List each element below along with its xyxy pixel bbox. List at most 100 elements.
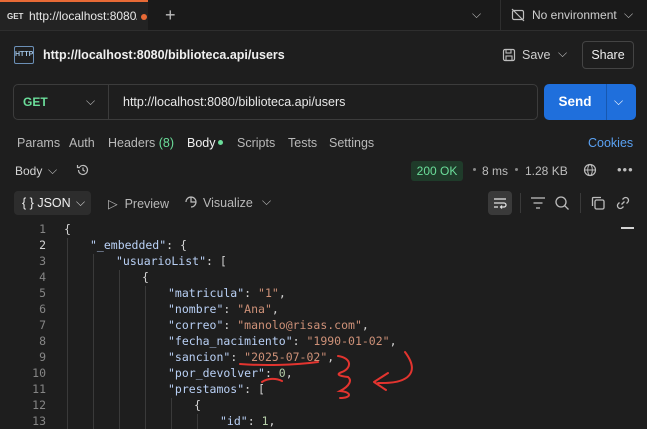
status-badge[interactable]: 200 OK [411,161,463,181]
line-number: 2 [39,238,46,252]
code-line: "usuarioList": [ [116,254,227,268]
save-icon [502,48,516,62]
response-body-viewer[interactable]: 1 2 3 4 5 6 7 8 9 10 11 12 13 { "_embedd… [0,220,647,429]
method-select[interactable]: GET ⌵ [13,84,109,120]
method-chevron-down-icon: ⌵ [86,94,96,108]
more-options-icon[interactable]: ••• [617,162,634,177]
json-key: "sancion" [168,350,231,364]
json-key: "_embedded" [90,238,167,252]
line-number: 6 [39,302,46,316]
tabs-chevron-down-icon[interactable]: ⌵ [472,7,481,22]
code-line: "id": 1, [220,414,276,428]
line-number: 1 [39,222,46,236]
json-value: "Ana" [237,302,272,316]
indent-guide [197,414,198,429]
search-icon[interactable] [552,193,572,213]
separator-dot [473,168,476,171]
save-chevron-down-icon[interactable]: ⌵ [558,46,567,61]
json-key: "id" [220,414,248,428]
json-value: 1 [261,414,269,428]
filter-icon[interactable] [528,193,548,213]
code-line: "_embedded": { [90,238,187,252]
response-time[interactable]: 8 ms [482,164,508,178]
code-line: { [142,270,149,284]
tab-headers[interactable]: Headers (8) [108,136,174,150]
headers-count-badge: (8) [158,136,175,150]
scrollbar[interactable] [621,227,634,229]
json-value: "1" [258,286,279,300]
line-number: 5 [39,286,46,300]
json-key: "matricula" [168,286,245,300]
visualize-button[interactable]: Visualize [203,196,253,210]
indent-guide [171,398,172,429]
code-line: { [64,222,71,236]
visualize-chevron-down-icon[interactable]: ⌵ [262,194,271,209]
divider [606,84,607,120]
send-options-chevron-down-icon[interactable]: ⌵ [614,94,623,109]
indent-guide [93,254,94,429]
tab-scripts[interactable]: Scripts [237,136,275,150]
response-size[interactable]: 1.28 KB [525,164,568,178]
divider [500,0,501,30]
line-number: 11 [32,382,46,396]
save-button[interactable]: Save [522,48,551,62]
code-line: "matricula": "1", [168,286,286,300]
json-value: "2025-07-02" [244,350,328,364]
globe-icon[interactable] [583,163,597,177]
code-line: "fecha_nacimiento": "1990-01-02", [168,334,397,348]
indent-guide [119,270,120,429]
tab-headers-label: Headers [108,136,156,150]
tab-settings[interactable]: Settings [329,136,374,150]
code-line: "por_devolver": 0, [168,366,293,380]
line-number: 7 [39,318,46,332]
json-key: "por_devolver" [168,366,265,380]
method-value: GET [23,95,48,109]
new-tab-plus-icon[interactable]: + [165,5,181,25]
json-key: "prestamos" [168,382,245,396]
line-number: 3 [39,254,46,268]
json-value: "manolo@risas.com" [237,318,362,332]
response-chevron-down-icon[interactable]: ⌵ [48,163,57,178]
divider [580,193,581,213]
environment-selector[interactable]: No environment [532,8,617,22]
request-tab[interactable]: GET http://localhost:8080/bi [0,0,148,30]
json-value: "1990-01-02" [306,334,390,348]
format-json-dropdown[interactable]: { } JSON ⌵ [14,191,91,215]
code-line: "nombre": "Ana", [168,302,279,316]
json-key: "correo" [168,318,224,332]
tab-tests[interactable]: Tests [288,136,317,150]
json-value: 0 [278,366,286,380]
line-number: 9 [39,350,46,364]
cookies-link[interactable]: Cookies [588,136,633,150]
link-icon[interactable] [613,193,633,213]
line-number: 8 [39,334,46,348]
code-line: "prestamos": [ [168,382,265,396]
url-input[interactable]: http://localhost:8080/biblioteca.api/use… [123,95,345,109]
separator-dot [515,168,518,171]
divider [520,193,521,213]
share-button[interactable]: Share [582,41,634,69]
json-key: "usuarioList" [116,254,207,268]
wrap-lines-icon [494,198,507,209]
line-number: 4 [39,270,46,284]
tab-auth[interactable]: Auth [69,136,95,150]
environment-chevron-down-icon[interactable]: ⌵ [624,7,633,22]
braces-icon: { } [22,196,34,210]
format-name: JSON [37,196,71,210]
tab-body[interactable]: Body [187,136,216,150]
no-environment-icon [511,8,525,22]
unsaved-dot-icon [141,14,147,20]
copy-icon[interactable] [588,193,608,213]
send-button[interactable]: Send [544,84,606,120]
request-name[interactable]: http://localhost:8080/biblioteca.api/use… [43,48,285,62]
json-key: "fecha_nacimiento" [168,334,293,348]
tab-method: GET [7,12,24,21]
history-icon[interactable] [76,163,90,177]
http-request-icon: HTTP [14,46,34,64]
response-body-selector[interactable]: Body [15,164,42,178]
preview-button[interactable]: ▷ Preview [108,196,169,211]
code-line: "sancion": "2025-07-02", [168,350,335,364]
tab-params[interactable]: Params [17,136,60,150]
line-number: 13 [32,414,46,428]
code-line: { [194,398,201,412]
